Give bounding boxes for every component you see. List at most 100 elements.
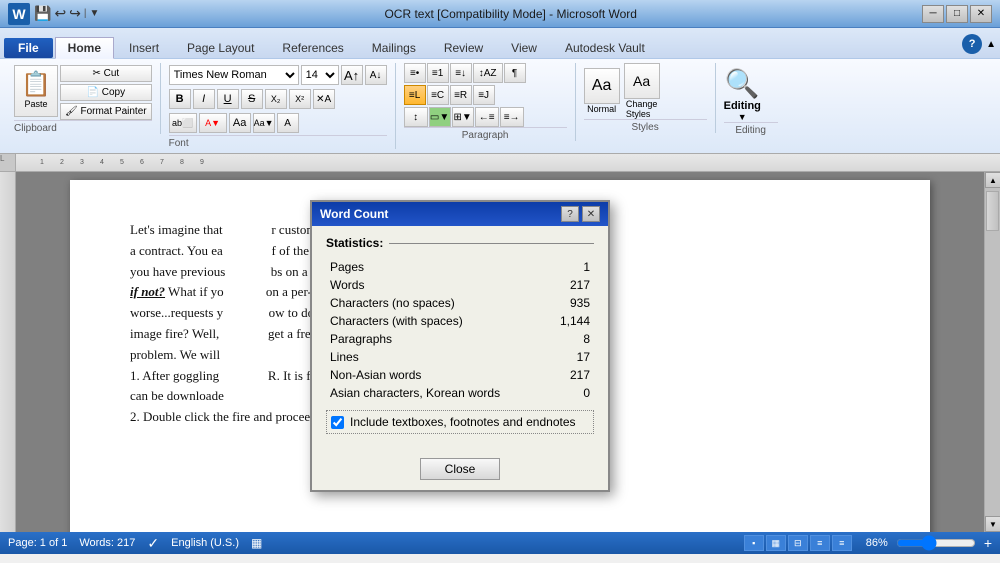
editing-group-label: Editing xyxy=(724,122,778,136)
paragraph-row1: ≡• ≡1 ≡↓ ↕AZ ¶ xyxy=(404,63,526,83)
editing-label: Editing xyxy=(724,100,761,112)
copy-button[interactable]: 📄 Copy xyxy=(60,84,152,101)
status-right: ▪ ▦ ⊟ ≡ ≡ 86% + xyxy=(744,535,992,551)
bold-button[interactable]: B xyxy=(169,89,191,109)
undo-button[interactable]: ↩ xyxy=(54,5,66,22)
checkbox-label: Include textboxes, footnotes and endnote… xyxy=(350,415,576,429)
help-button[interactable]: ? xyxy=(962,34,982,54)
include-textboxes-checkbox[interactable] xyxy=(331,416,344,429)
tab-insert[interactable]: Insert xyxy=(116,37,172,58)
font-size-select[interactable]: 14 xyxy=(301,65,339,85)
multilevel-button[interactable]: ≡↓ xyxy=(450,63,472,83)
editing-icon: 🔍 xyxy=(725,67,760,100)
ribbon: File Home Insert Page Layout References … xyxy=(0,28,1000,154)
indent-increase-button[interactable]: ≡→ xyxy=(500,107,524,127)
italic-button[interactable]: I xyxy=(193,89,215,109)
line-spacing-button[interactable]: ↕ xyxy=(404,107,428,127)
change-styles-button[interactable]: Aa ChangeStyles xyxy=(624,63,660,119)
sort-button[interactable]: ↕AZ xyxy=(473,63,503,83)
stats-value: 8 xyxy=(547,330,594,348)
dialog-help-button[interactable]: ? xyxy=(561,206,579,222)
shading-button[interactable]: ▭▼ xyxy=(429,107,451,127)
show-hide-button[interactable]: ¶ xyxy=(504,63,526,83)
font-name-select[interactable]: Times New Roman xyxy=(169,65,299,85)
editing-dropdown-arrow[interactable]: ▼ xyxy=(738,112,747,122)
outline-button[interactable]: ≡ xyxy=(810,535,830,551)
scroll-thumb[interactable] xyxy=(986,191,999,231)
font-size-up-button[interactable]: Aa xyxy=(229,113,251,133)
save-button[interactable]: 💾 xyxy=(34,5,51,22)
stats-label: Characters (with spaces) xyxy=(326,312,547,330)
close-button[interactable]: ✕ xyxy=(970,5,992,23)
justify-button[interactable]: ≡J xyxy=(473,85,495,105)
word-logo: W xyxy=(8,3,30,25)
draft-button[interactable]: ≡ xyxy=(832,535,852,551)
tab-references[interactable]: References xyxy=(269,37,356,58)
cut-button[interactable]: ✂ Cut xyxy=(60,65,152,82)
shrink-font-button[interactable]: A↓ xyxy=(365,65,387,85)
align-right-button[interactable]: ≡R xyxy=(450,85,472,105)
font-color-button[interactable]: A▼ xyxy=(199,113,227,133)
minimize-button[interactable]: ─ xyxy=(922,5,944,23)
ruler-corner[interactable]: L xyxy=(0,154,16,171)
align-center-button[interactable]: ≡C xyxy=(427,85,449,105)
print-layout-button[interactable]: ▪ xyxy=(744,535,764,551)
format-painter-button[interactable]: 🖌 Format Painter xyxy=(60,103,152,120)
stats-table: Pages1Words217Characters (no spaces)935C… xyxy=(326,258,594,402)
font-format-row: B I U S X₂ X² ✕A xyxy=(169,89,387,109)
quick-style-normal-label: Normal xyxy=(587,104,616,114)
numbering-button[interactable]: ≡1 xyxy=(427,63,449,83)
clipboard-group: 📋 Paste ✂ Cut 📄 Copy 🖌 Format Painter Cl… xyxy=(6,63,161,134)
subscript-button[interactable]: X₂ xyxy=(265,89,287,109)
customize-button[interactable]: ▼ xyxy=(90,8,100,19)
dialog-titlebar: Word Count ? ✕ xyxy=(312,202,608,226)
web-layout-button[interactable]: ⊟ xyxy=(788,535,808,551)
text-effects-button[interactable]: A xyxy=(277,113,299,133)
if-not-text: if not? xyxy=(130,284,165,299)
stats-value: 935 xyxy=(547,294,594,312)
paste-button[interactable]: 📋 Paste xyxy=(14,65,58,117)
full-screen-button[interactable]: ▦ xyxy=(766,535,786,551)
maximize-button[interactable]: □ xyxy=(946,5,968,23)
align-left-button[interactable]: ≡L xyxy=(404,85,426,105)
bullets-button[interactable]: ≡• xyxy=(404,63,426,83)
stats-value: 1 xyxy=(547,258,594,276)
status-left: Page: 1 of 1 Words: 217 ✓ English (U.S.)… xyxy=(8,535,262,552)
grow-font-button[interactable]: A↑ xyxy=(341,65,363,85)
dialog-close-x-button[interactable]: ✕ xyxy=(582,206,600,222)
font-selector-row: Times New Roman 14 A↑ A↓ xyxy=(169,65,387,85)
collapse-ribbon-button[interactable]: ▲ xyxy=(986,39,996,50)
tab-view[interactable]: View xyxy=(498,37,550,58)
text-highlight-button[interactable]: ab⬜ xyxy=(169,113,197,133)
tab-home[interactable]: Home xyxy=(55,37,114,59)
scroll-up-arrow[interactable]: ▲ xyxy=(985,172,1000,188)
change-styles-icon: Aa xyxy=(624,63,660,99)
change-case-button[interactable]: Aa▼ xyxy=(253,113,275,133)
underline-button[interactable]: U xyxy=(217,89,239,109)
clear-format-button[interactable]: ✕A xyxy=(313,89,335,109)
tab-page-layout[interactable]: Page Layout xyxy=(174,37,267,58)
strikethrough-button[interactable]: S xyxy=(241,89,263,109)
border-button[interactable]: ⊞▼ xyxy=(452,107,474,127)
zoom-in-button[interactable]: + xyxy=(984,535,992,551)
spell-check-icon: ✓ xyxy=(147,535,159,552)
styles-label: Styles xyxy=(584,119,707,133)
superscript-button[interactable]: X² xyxy=(289,89,311,109)
word-count-dialog[interactable]: Word Count ? ✕ Statistics: Pages1Words21… xyxy=(310,200,610,492)
indent-decrease-button[interactable]: ←≡ xyxy=(475,107,499,127)
scroll-down-arrow[interactable]: ▼ xyxy=(985,516,1000,532)
tab-file[interactable]: File xyxy=(4,38,53,58)
tab-mailings[interactable]: Mailings xyxy=(359,37,429,58)
tab-review[interactable]: Review xyxy=(431,37,496,58)
stats-label: Non-Asian words xyxy=(326,366,547,384)
tab-autodesk[interactable]: Autodesk Vault xyxy=(552,37,658,58)
paragraph-group: ≡• ≡1 ≡↓ ↕AZ ¶ ≡L ≡C ≡R ≡J ↕ ▭▼ ⊞▼ ←≡ xyxy=(396,63,576,141)
quick-style-normal-button[interactable]: Aa Normal xyxy=(584,68,620,114)
zoom-slider[interactable] xyxy=(896,537,976,549)
stats-row: Pages1 xyxy=(326,258,594,276)
redo-button[interactable]: ↪ xyxy=(69,5,81,22)
paragraph-label: Paragraph xyxy=(404,127,567,141)
vertical-scrollbar[interactable]: ▲ ▼ xyxy=(984,172,1000,532)
close-dialog-button[interactable]: Close xyxy=(420,458,501,480)
word-count-status: Words: 217 xyxy=(79,537,135,549)
